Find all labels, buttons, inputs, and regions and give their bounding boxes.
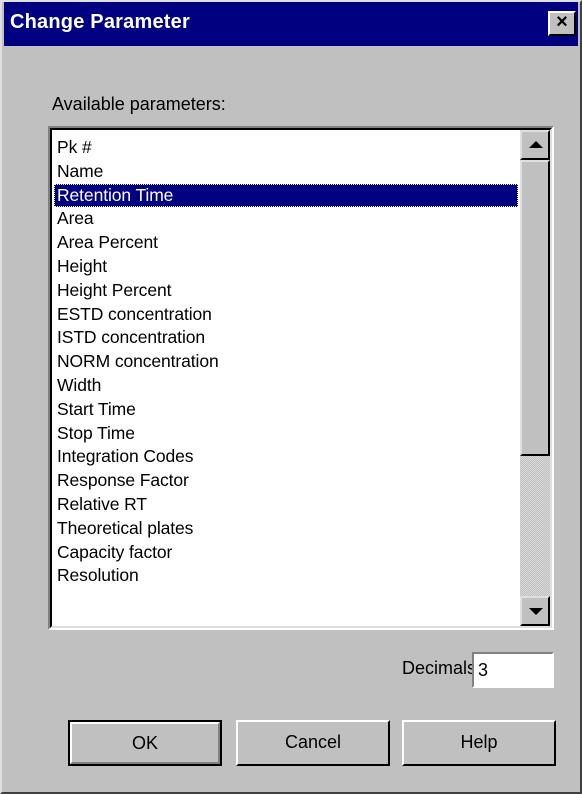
parameters-listbox[interactable]: Pk # Name Retention Time Area Area Percent He…: [48, 126, 554, 630]
change-parameter-dialog: Change Parameter × Available parameters:…: [0, 0, 582, 794]
close-button[interactable]: ×: [548, 11, 576, 36]
help-button[interactable]: Help: [402, 720, 556, 766]
ok-button[interactable]: OK: [68, 720, 222, 766]
list-item[interactable]: Retention Time: [54, 183, 518, 208]
close-icon: ×: [556, 11, 568, 33]
list-item[interactable]: Stop Time: [54, 422, 518, 446]
list-item[interactable]: Start Time: [54, 398, 518, 422]
parameters-list: Pk # Name Retention Time Area Area Percent He…: [54, 136, 518, 588]
list-item[interactable]: Response Factor: [54, 469, 518, 493]
list-item[interactable]: Height Percent: [54, 279, 518, 303]
list-item[interactable]: Width: [54, 374, 518, 398]
decimals-label-text: Decimals:: [402, 658, 482, 678]
list-item[interactable]: Area: [54, 207, 518, 231]
ok-button-label: OK: [70, 722, 220, 764]
vertical-scrollbar[interactable]: [520, 130, 550, 626]
list-item[interactable]: Resolution: [54, 564, 518, 588]
list-item[interactable]: Name: [54, 160, 518, 184]
available-parameters-label: Available parameters:: [52, 94, 226, 115]
list-item[interactable]: Relative RT: [54, 493, 518, 517]
list-item[interactable]: Theoretical plates: [54, 517, 518, 541]
list-item[interactable]: ISTD concentration: [54, 326, 518, 350]
available-parameters-label-text: Available parameters:: [52, 94, 226, 114]
list-item[interactable]: Area Percent: [54, 231, 518, 255]
list-item[interactable]: Capacity factor: [54, 541, 518, 565]
decimals-label: Decimals:: [402, 658, 481, 679]
scroll-up-button[interactable]: [520, 130, 550, 160]
arrow-up-icon: [529, 141, 543, 148]
list-item[interactable]: NORM concentration: [54, 350, 518, 374]
list-item[interactable]: ESTD concentration: [54, 303, 518, 327]
title-bar[interactable]: Change Parameter ×: [4, 2, 578, 46]
cancel-button[interactable]: Cancel: [236, 720, 390, 766]
arrow-down-icon: [529, 608, 543, 615]
list-item[interactable]: Integration Codes: [54, 445, 518, 469]
list-item[interactable]: Height: [54, 255, 518, 279]
list-item[interactable]: Pk #: [54, 136, 518, 160]
dialog-title: Change Parameter: [10, 11, 190, 33]
scroll-down-button[interactable]: [520, 596, 550, 626]
scrollbar-thumb[interactable]: [520, 160, 550, 456]
listbox-frame: Pk # Name Retention Time Area Area Percent He…: [50, 128, 552, 628]
decimals-field[interactable]: [472, 652, 554, 688]
